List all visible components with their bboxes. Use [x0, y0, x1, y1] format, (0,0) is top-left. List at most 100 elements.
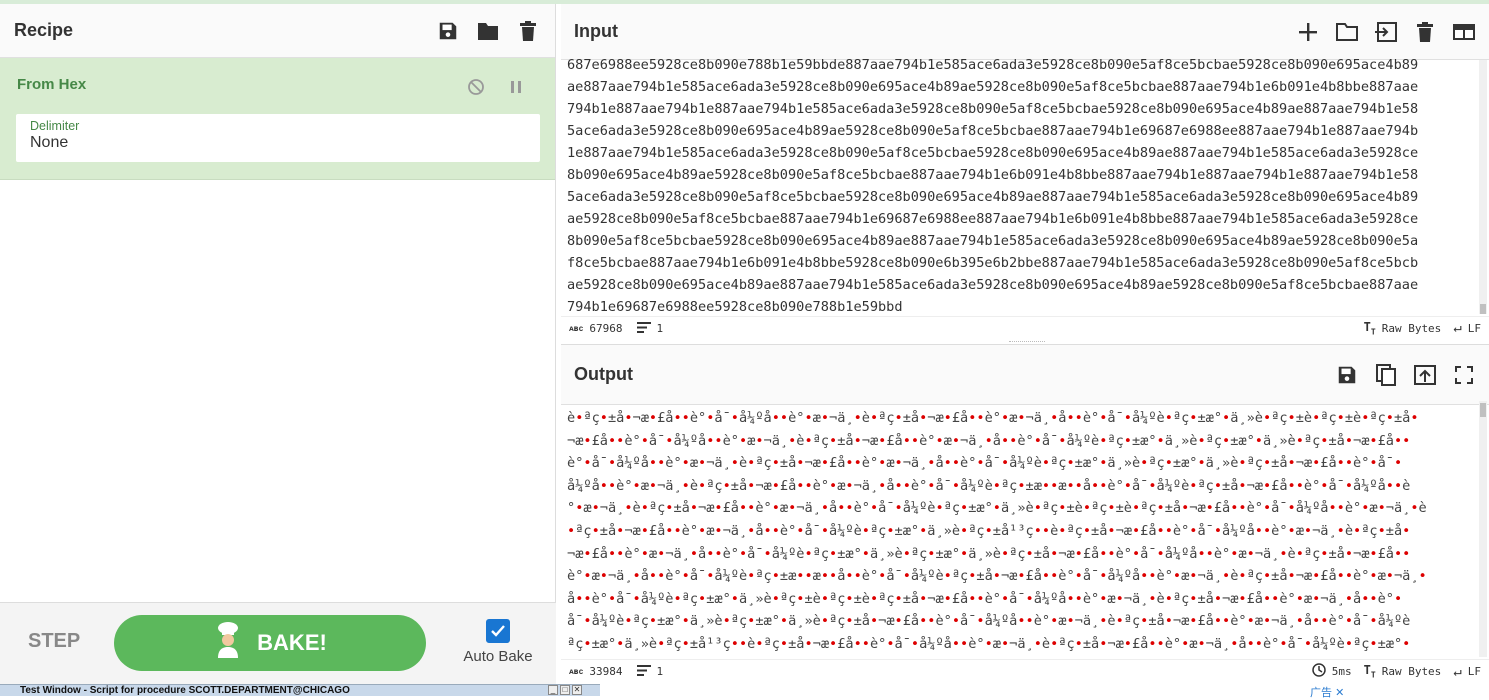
return-arrow-icon: ↵	[1453, 320, 1462, 337]
output-line: •ªç•±å•¬æ•£å••è°•æ•¬ä¸•å••è°•å¯•å¼ºè•ªç•…	[567, 522, 1411, 539]
bake-time: 5ms	[1312, 663, 1352, 680]
output-scroll-thumb[interactable]	[1480, 403, 1486, 417]
input-title: Input	[574, 21, 618, 41]
input-line: 794b1e887aae794b1e887aae794b1e585ace6ada…	[567, 101, 1419, 117]
input-line: ae5928ce8b090e695ace4b89ae887aae794b1e58…	[567, 277, 1419, 293]
replace-input-icon[interactable]	[1412, 362, 1438, 388]
lines-icon	[636, 664, 651, 679]
bake-time-value: 5ms	[1331, 665, 1352, 678]
output-line: ¬æ•£å••è°•æ•¬ä¸•å••è°•å¯•å¼ºè•ªç•±æ°•ä¸»…	[567, 545, 1411, 562]
add-tab-icon[interactable]	[1295, 19, 1321, 45]
output-panel: Output è•ªç•±å•¬æ•£å••è°•å¯•å¼ºå••è°•æ•¬…	[561, 344, 1489, 684]
output-line: è°•å¯•å¼ºå••è°•æ•¬ä¸•è•ªç•±å•¬æ•£å••è°•æ…	[567, 455, 1403, 472]
recipe-title: Recipe	[14, 20, 74, 40]
text-format-icon: TT	[1363, 663, 1376, 680]
output-char-count-value: 33984	[589, 665, 623, 678]
operation-from-hex[interactable]: From Hex Delimiter None	[0, 58, 555, 180]
recipe-header: Recipe	[0, 4, 555, 58]
input-line: 5ace6ada3e5928ce8b090e5af8ce5bcbae5928ce…	[567, 189, 1419, 205]
output-char-count: ᴀʙᴄ 33984	[569, 665, 623, 678]
delimiter-value[interactable]: None	[30, 134, 526, 152]
lines-icon	[636, 321, 651, 336]
save-recipe-icon[interactable]	[435, 18, 461, 44]
maximize-output-icon[interactable]	[1451, 362, 1477, 388]
clock-icon	[1312, 663, 1326, 680]
output-line: å¼ºå••è°•æ•¬ä¸•è•ªç•±å•¬æ•£å••è°•æ•¬ä¸•å…	[567, 477, 1411, 494]
autobake-label: Auto Bake	[463, 648, 533, 665]
open-folder-icon[interactable]	[1334, 19, 1360, 45]
input-char-count-value: 67968	[589, 322, 623, 335]
output-line: è°•æ•¬ä¸•å••è°•å¯•å¼ºè•ªç•±æ••æ••å••è°•å…	[567, 568, 1427, 585]
input-panel: Input 687e6988ee5928ce8b090e788b1e59bbde…	[561, 4, 1489, 342]
window-controls: _ □ ✕	[548, 685, 582, 695]
input-line: ae887aae794b1e585ace6ada3e5928ce8b090e69…	[567, 79, 1419, 95]
abc-icon: ᴀʙᴄ	[569, 666, 584, 676]
close-icon[interactable]: ✕	[572, 685, 582, 695]
disable-operation-icon[interactable]	[463, 74, 489, 100]
input-eol-value: LF	[1467, 321, 1481, 335]
clear-recipe-icon[interactable]	[515, 18, 541, 44]
ad-label-text: 广告	[1310, 687, 1332, 699]
load-recipe-icon[interactable]	[475, 18, 501, 44]
step-button[interactable]: STEP	[28, 630, 80, 653]
delimiter-field[interactable]: Delimiter None	[16, 114, 540, 162]
input-line-count-value: 1	[656, 322, 664, 335]
input-line: 1e887aae794b1e585ace6ada3e5928ce8b090e5a…	[567, 145, 1419, 161]
close-ad-icon[interactable]: ✕	[1335, 687, 1344, 699]
taskbar-window-title: Test Window - Script for procedure SCOTT…	[20, 685, 350, 696]
input-scroll-thumb[interactable]	[1480, 304, 1486, 314]
output-scrollbar[interactable]	[1479, 401, 1487, 657]
output-header: Output	[561, 345, 1489, 405]
output-line-count-value: 1	[656, 665, 664, 678]
output-textarea[interactable]: è•ªç•±å•¬æ•£å••è°•å¯•å¼ºå••è°•æ•¬ä¸•è•ªç…	[567, 407, 1473, 655]
output-line: °•æ•¬ä¸•è•ªç•±å•¬æ•£å••è°•æ•¬ä¸•å••è°•å¯…	[567, 500, 1427, 517]
bake-area: STEP BAKE! Auto Bake	[0, 602, 556, 684]
autobake-toggle[interactable]: Auto Bake	[458, 619, 538, 665]
minimize-icon[interactable]: _	[548, 685, 558, 695]
output-line-count: 1	[636, 664, 664, 679]
input-line-count: 1	[636, 321, 664, 336]
output-line: ¬æ•£å••è°•å¯•å¼ºå••è°•æ•¬ä¸•è•ªç•±å•¬æ•£…	[567, 432, 1411, 449]
maximize-icon[interactable]: □	[560, 685, 570, 695]
input-encoding[interactable]: TT Raw Bytes	[1364, 320, 1442, 336]
input-encoding-value: Raw Bytes	[1381, 321, 1442, 335]
abc-icon: ᴀʙᴄ	[569, 323, 584, 333]
input-textarea[interactable]: 687e6988ee5928ce8b090e788b1e59bbde887aae…	[567, 54, 1473, 312]
delimiter-label: Delimiter	[30, 119, 80, 133]
output-line: å••è°•å¯•å¼ºè•ªç•±æ°•ä¸»è•ªç•±è•ªç•±è•ªç…	[567, 590, 1403, 607]
save-output-icon[interactable]	[1334, 362, 1360, 388]
pause-operation-icon[interactable]	[503, 74, 529, 100]
bake-button[interactable]: BAKE!	[114, 615, 426, 671]
input-line: f8ce5bcbae887aae794b1e6b091e4b8bbe5928ce…	[567, 255, 1419, 271]
autobake-checkbox[interactable]	[486, 619, 510, 643]
text-format-icon: TT	[1363, 320, 1376, 337]
input-line: ae5928ce8b090e5af8ce5bcbae887aae794b1e69…	[567, 211, 1419, 227]
output-title: Output	[574, 364, 633, 384]
recipe-panel: Recipe From Hex Delimiter None STEP BAKE…	[0, 4, 556, 684]
output-status-bar: ᴀʙᴄ 33984 1 5ms TT Raw Bytes ↵ LF	[561, 659, 1489, 683]
output-encoding[interactable]: TT Raw Bytes	[1364, 663, 1442, 679]
output-line: è•ªç•±å•¬æ•£å••è°•å¯•å¼ºå••è°•æ•¬ä¸•è•ªç…	[567, 410, 1419, 426]
operation-title: From Hex	[17, 76, 87, 93]
clear-input-icon[interactable]	[1412, 19, 1438, 45]
bake-label: BAKE!	[257, 630, 327, 655]
output-line: ªç•±æ°•ä¸»è•ªç•±å¹³ç••è•ªç•±å•¬æ•£å••è°•…	[567, 635, 1411, 652]
input-line: 8b090e695ace4b89ae5928ce8b090e5af8ce5bcb…	[567, 167, 1419, 183]
output-eol[interactable]: ↵ LF	[1453, 664, 1481, 680]
taskbar-window[interactable]: Test Window - Script for procedure SCOTT…	[0, 684, 600, 696]
input-eol[interactable]: ↵ LF	[1453, 320, 1481, 336]
input-header: Input	[561, 4, 1489, 60]
copy-output-icon[interactable]	[1373, 362, 1399, 388]
open-file-icon[interactable]	[1373, 19, 1399, 45]
input-status-bar: ᴀʙᴄ 67968 1 TT Raw Bytes ↵ LF	[561, 316, 1489, 340]
output-encoding-value: Raw Bytes	[1381, 664, 1442, 678]
return-arrow-icon: ↵	[1453, 663, 1462, 680]
ad-label[interactable]: 广告 ✕	[1310, 684, 1344, 700]
input-scrollbar[interactable]	[1479, 60, 1487, 314]
input-line: 687e6988ee5928ce8b090e788b1e59bbde887aae…	[567, 57, 1419, 73]
chef-icon	[213, 621, 243, 665]
input-line: 8b090e5af8ce5bcbae5928ce8b090e695ace4b89…	[567, 233, 1419, 249]
input-char-count: ᴀʙᴄ 67968	[569, 322, 623, 335]
input-line: 794b1e69687e6988ee5928ce8b090e788b1e59bb…	[567, 299, 903, 312]
layout-icon[interactable]	[1451, 19, 1477, 45]
